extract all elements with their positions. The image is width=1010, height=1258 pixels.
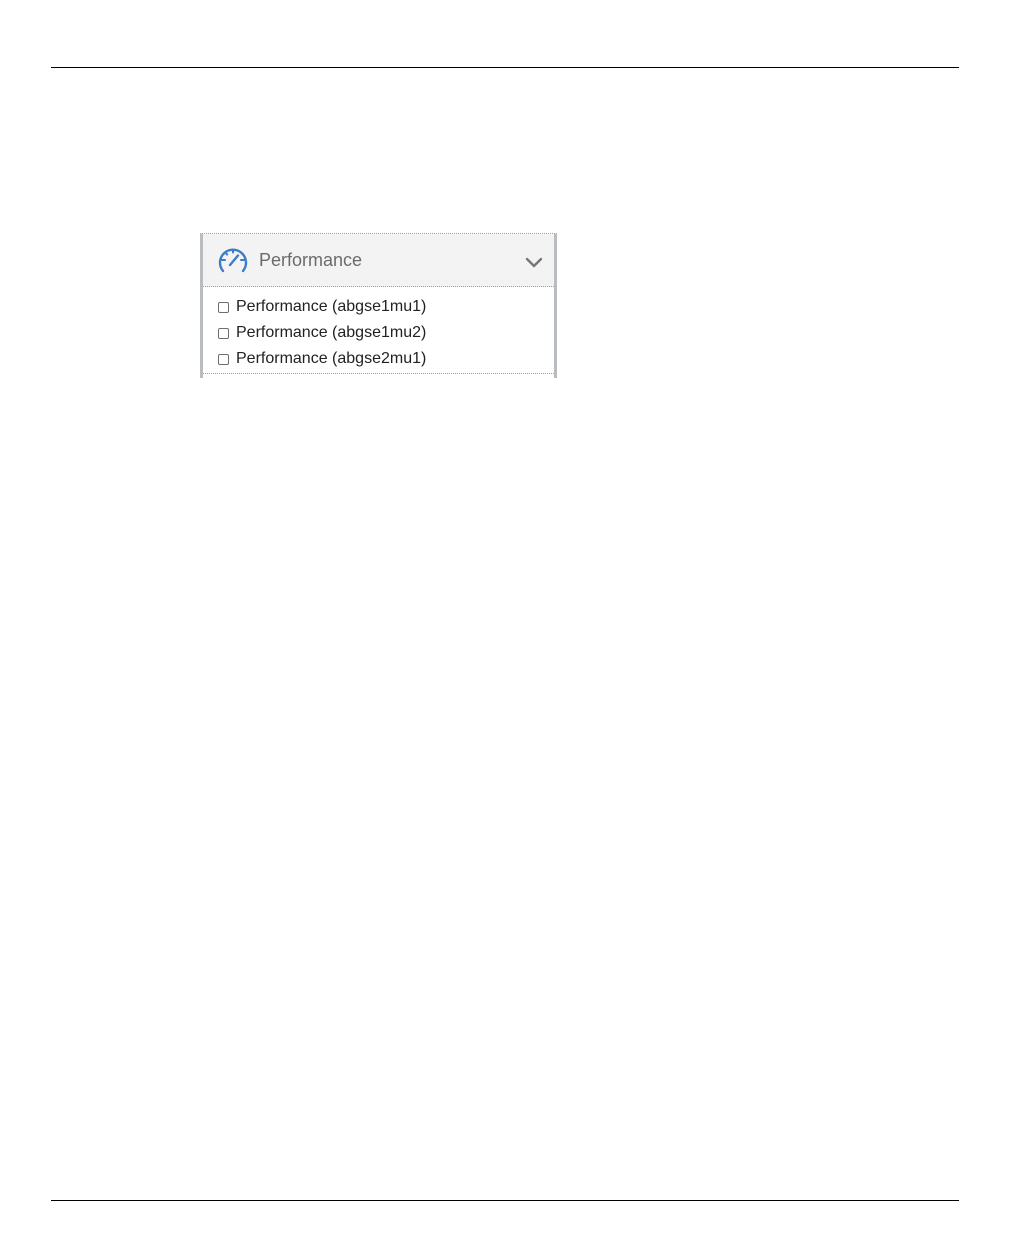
item-label: Performance (abgse1mu1) — [236, 298, 427, 315]
panel-footer-divider — [203, 373, 554, 374]
item-checkbox[interactable] — [218, 327, 229, 339]
list-item[interactable]: Performance (abgse1mu1) — [203, 294, 554, 320]
page-header-rule — [51, 67, 959, 68]
list-item[interactable]: Performance (abgse1mu2) — [203, 320, 554, 346]
panel-title: Performance — [259, 250, 363, 270]
item-checkbox[interactable] — [218, 353, 229, 365]
page-footer-rule — [51, 1200, 959, 1201]
chevron-down-icon[interactable] — [525, 256, 543, 268]
item-label: Performance (abgse2mu1) — [236, 350, 427, 367]
speedometer-icon — [217, 245, 249, 275]
item-checkbox[interactable] — [218, 301, 229, 313]
performance-panel-header[interactable]: Performance — [203, 234, 554, 287]
item-label: Performance (abgse1mu2) — [236, 324, 427, 341]
performance-panel: Performance Performance (abgse1mu1) Perf… — [200, 233, 557, 378]
performance-item-list: Performance (abgse1mu1) Performance (abg… — [203, 287, 554, 372]
list-item[interactable]: Performance (abgse2mu1) — [203, 346, 554, 372]
